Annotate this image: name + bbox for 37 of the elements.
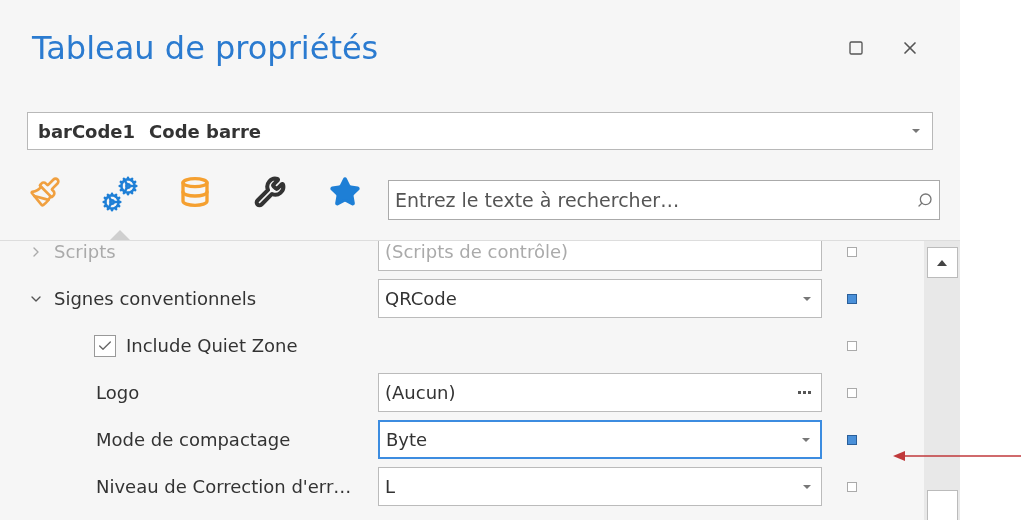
window-title: Tableau de propriétés bbox=[32, 28, 380, 69]
property-label: Signes conventionnels bbox=[54, 287, 257, 311]
value-text: (Scripts de contrôle) bbox=[385, 241, 570, 264]
property-label: Niveau de Correction d'err… bbox=[96, 475, 352, 499]
value-field[interactable]: Byte bbox=[378, 420, 822, 459]
search-field[interactable]: Entrez le texte à rechercher… bbox=[388, 180, 940, 220]
object-type: Code barre bbox=[149, 119, 263, 144]
property-label: Scripts bbox=[54, 241, 116, 264]
dropdown-arrow-icon[interactable] bbox=[803, 484, 811, 489]
dropdown-arrow-icon[interactable] bbox=[803, 296, 811, 301]
object-selector[interactable]: barCode1 Code barre bbox=[27, 112, 933, 150]
property-label: Mode de compactage bbox=[96, 428, 291, 452]
maximize-icon bbox=[848, 40, 864, 56]
value-field[interactable]: (Aucun) bbox=[378, 373, 822, 412]
search-icon bbox=[917, 192, 933, 208]
property-label: Logo bbox=[96, 381, 140, 405]
search-input[interactable]: Entrez le texte à rechercher… bbox=[395, 185, 917, 215]
star-icon bbox=[329, 176, 361, 208]
object-name: barCode1 bbox=[38, 119, 136, 144]
value-text: Byte bbox=[386, 428, 429, 452]
checkbox[interactable] bbox=[94, 334, 116, 357]
database-icon bbox=[179, 176, 211, 208]
wrench-icon bbox=[254, 176, 286, 208]
value-text: QRCode bbox=[385, 287, 458, 311]
property-label: Include Quiet Zone bbox=[126, 334, 298, 358]
gears-icon bbox=[102, 176, 138, 212]
value-field[interactable]: L bbox=[378, 467, 822, 506]
ellipsis-icon[interactable] bbox=[798, 391, 811, 394]
dropdown-arrow-icon[interactable] bbox=[802, 437, 810, 442]
scroll-thumb[interactable] bbox=[926, 490, 958, 520]
value-text: L bbox=[385, 475, 397, 499]
scrollbar[interactable] bbox=[924, 241, 960, 520]
paintbrush-icon bbox=[29, 176, 61, 208]
dropdown-arrow-icon bbox=[912, 129, 920, 133]
scroll-up-button[interactable] bbox=[926, 247, 958, 278]
value-text: (Aucun) bbox=[385, 381, 457, 405]
value-field[interactable]: QRCode bbox=[378, 279, 822, 318]
